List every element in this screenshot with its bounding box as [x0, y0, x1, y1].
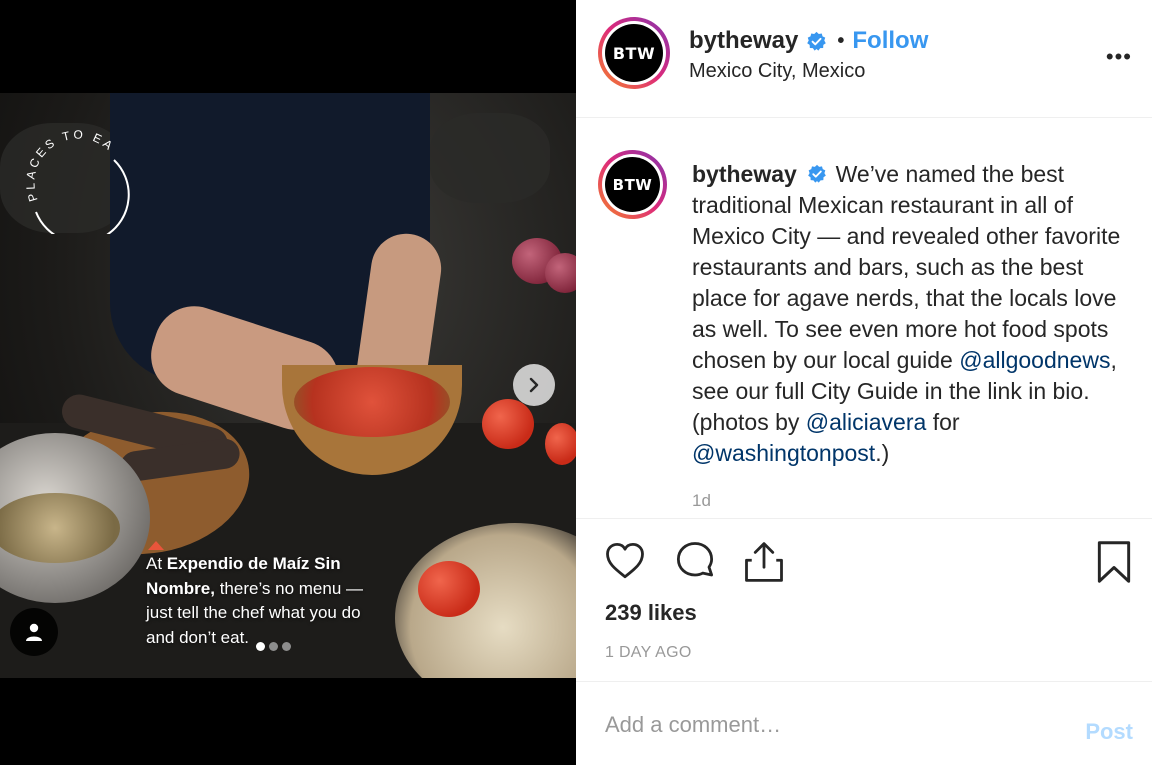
mention-link[interactable]: @washingtonpost [692, 440, 875, 466]
svg-text:PLACES TO EAT: PLACES TO EAT [22, 130, 117, 203]
profile-avatar[interactable]: BTW [598, 17, 670, 89]
post-location[interactable]: Mexico City, Mexico [689, 60, 865, 83]
caption-triangle-icon [148, 541, 164, 550]
post-details-panel: BTW bytheway • Follow Mexico City, Mexic… [576, 0, 1152, 765]
avatar-gap: BTW [602, 21, 666, 85]
comment-text: We’ve named the best traditional Mexican… [692, 161, 1121, 373]
comment-composer: Post [576, 683, 1152, 765]
comment-avatar[interactable]: BTW [598, 150, 667, 219]
badge-circle-icon: PLACES TO EAT [17, 119, 130, 244]
carousel-dot [269, 642, 278, 651]
mention-link[interactable]: @allgoodnews [959, 347, 1110, 373]
avatar-logo: BTW [605, 157, 660, 212]
avatar-gap: BTW [602, 154, 663, 215]
verified-badge-icon [808, 164, 827, 183]
carousel-dot-active [256, 642, 265, 651]
heart-icon[interactable] [603, 540, 647, 582]
carousel-indicator [256, 642, 291, 651]
avatar-logo: BTW [605, 24, 663, 82]
post-header: BTW bytheway • Follow Mexico City, Mexic… [576, 0, 1152, 118]
next-photo-button[interactable] [513, 364, 555, 406]
post-modal: PLACES TO EAT At Expendio de Maíz Sin No… [0, 0, 1152, 765]
chevron-right-icon [529, 377, 539, 393]
bookmark-icon[interactable] [1095, 540, 1133, 584]
verified-badge-icon [807, 31, 827, 51]
comment-icon[interactable] [674, 540, 716, 582]
action-bar: 239 likes 1 DAY AGO [576, 520, 1152, 682]
comment-username[interactable]: bytheway [692, 161, 797, 187]
places-to-eat-badge: PLACES TO EAT [17, 119, 130, 244]
onion [545, 253, 576, 293]
likes-count[interactable]: 239 likes [605, 600, 697, 626]
photo-caption: At Expendio de Maíz Sin Nombre, there’s … [146, 541, 386, 650]
comment-timestamp: 1d [692, 491, 711, 510]
post-caption-comment: bytheway We’ve named the best traditiona… [692, 159, 1122, 469]
tagged-users-button[interactable] [10, 608, 58, 656]
mention-link[interactable]: @aliciavera [806, 409, 927, 435]
badge-text: PLACES TO EAT [17, 119, 114, 203]
add-comment-input[interactable] [605, 707, 1045, 743]
comment-text: .) [875, 440, 890, 466]
carousel-dot [282, 642, 291, 651]
header-username[interactable]: bytheway [689, 27, 798, 55]
share-icon[interactable] [743, 540, 785, 584]
comment-text: for [926, 409, 960, 435]
salsa [294, 367, 450, 437]
caption-prefix: At [146, 554, 167, 573]
media-pane: PLACES TO EAT At Expendio de Maíz Sin No… [0, 0, 576, 765]
post-comment-button[interactable]: Post [1085, 719, 1133, 745]
header-user-line: bytheway • Follow [689, 27, 928, 55]
tomato [482, 399, 534, 449]
user-tag-icon [26, 623, 42, 641]
post-timestamp: 1 DAY AGO [605, 644, 692, 661]
comments-section: BTW bytheway We’ve named the best tradit… [576, 119, 1152, 519]
follow-button[interactable]: Follow [852, 27, 928, 55]
stone-wall [430, 113, 550, 203]
header-separator: • [837, 29, 845, 52]
tomato [545, 423, 576, 465]
more-options-icon[interactable]: ••• [1106, 44, 1132, 70]
tomato [418, 561, 480, 617]
